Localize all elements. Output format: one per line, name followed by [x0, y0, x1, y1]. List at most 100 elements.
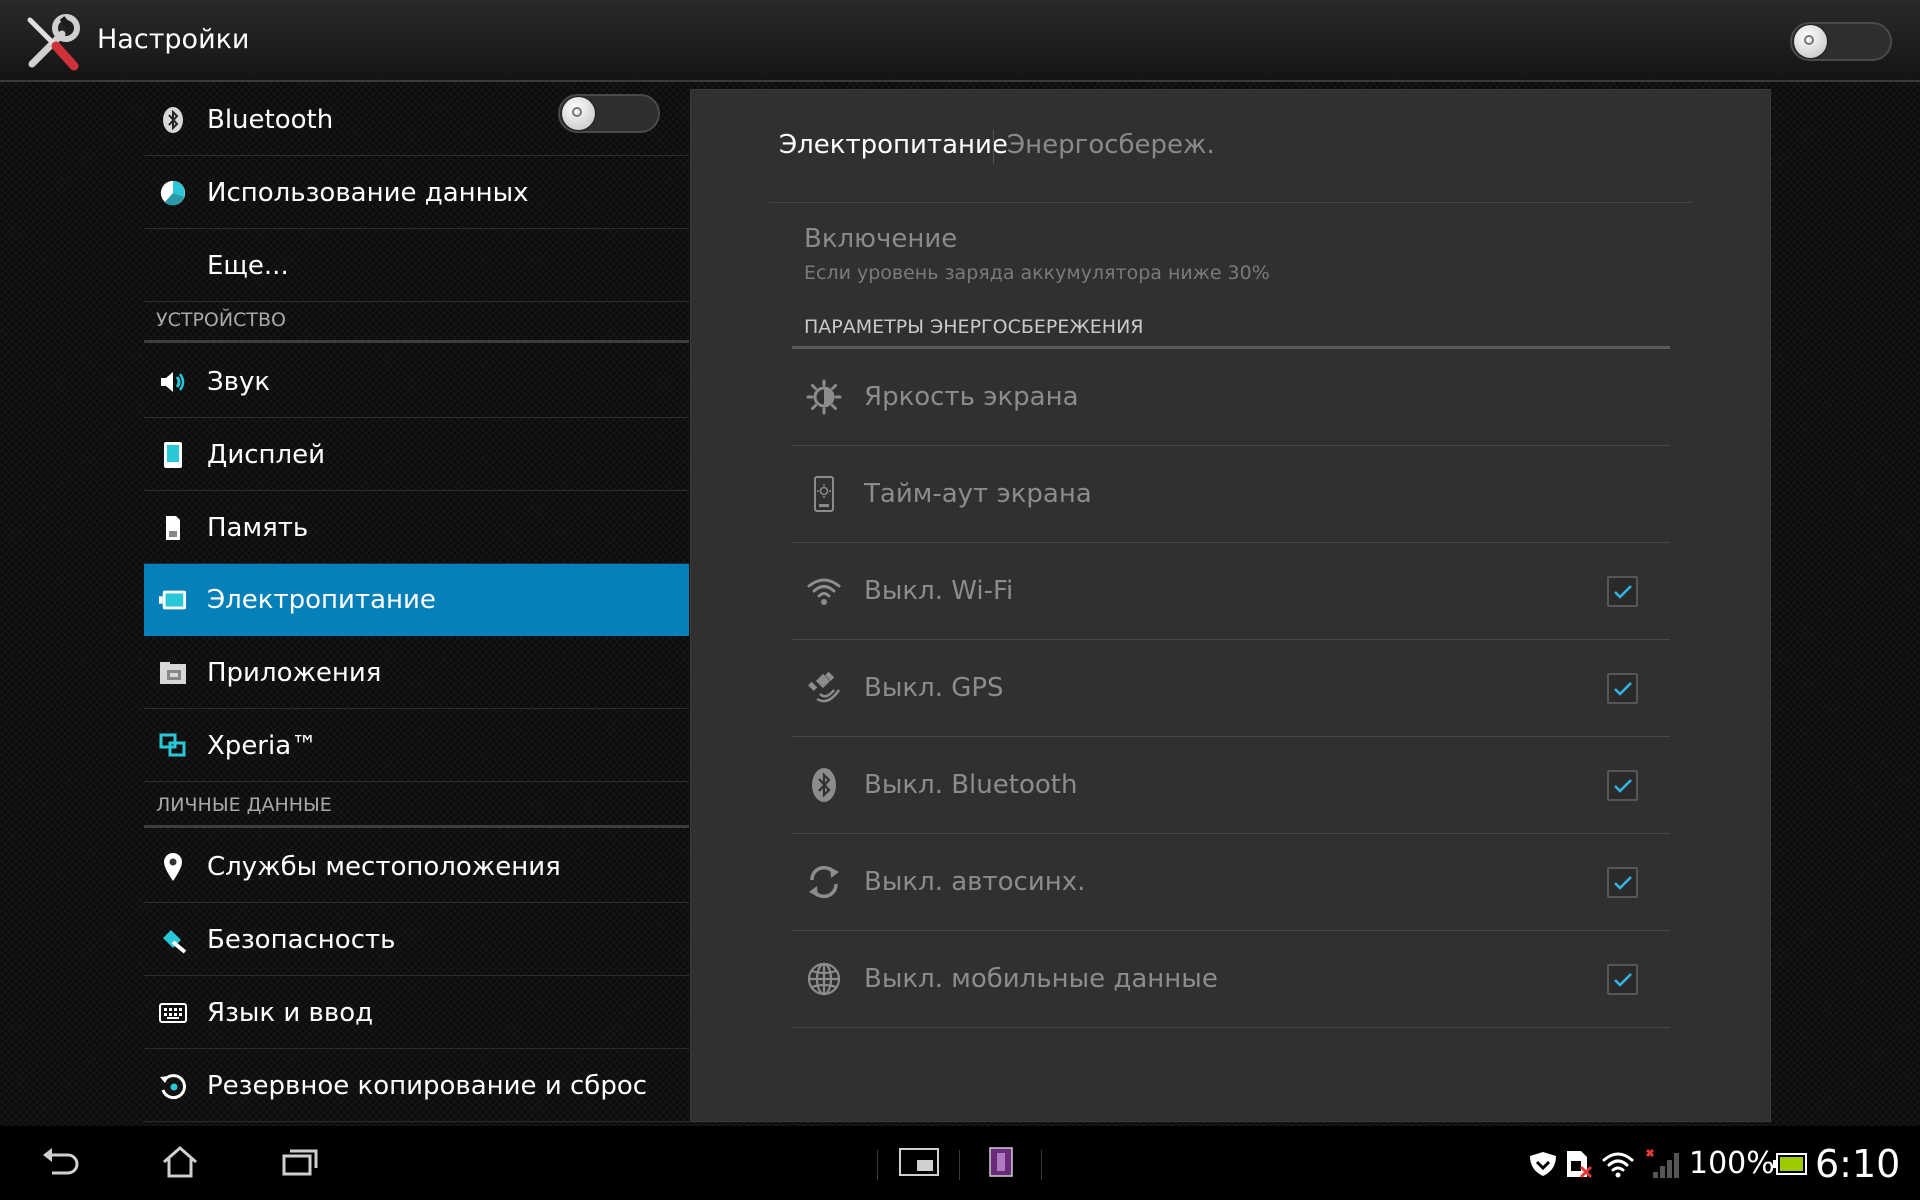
section-header-label: ЛИЧНЫЕ ДАННЫЕ	[156, 794, 332, 816]
recent-apps-icon	[282, 1149, 318, 1176]
setting-row-brightness[interactable]: Яркость экрана	[792, 349, 1670, 446]
action-bar: Настройки	[0, 0, 1920, 82]
globe-icon	[806, 961, 842, 997]
power-settings-panel: Электропитание Энергосбереж. Включение Е…	[690, 89, 1771, 1122]
power-saving-section-header: ПАРАМЕТРЫ ЭНЕРГОСБЕРЕЖЕНИЯ	[804, 316, 1144, 338]
system-navigation-bar: 100% 6:10	[0, 1126, 1920, 1200]
sidebar-item-security[interactable]: Безопасность	[144, 904, 689, 976]
wifi-off-checkbox[interactable]	[1607, 576, 1638, 607]
sidebar-item-power[interactable]: Электропитание	[144, 564, 689, 636]
section-header-personal: ЛИЧНЫЕ ДАННЫЕ	[144, 788, 689, 828]
sidebar-item-xperia[interactable]: Xperia™	[144, 710, 689, 782]
home-button[interactable]	[150, 1134, 210, 1190]
sidebar-item-more[interactable]: Еще...	[144, 230, 689, 302]
sidebar-item-storage[interactable]: Память	[144, 492, 689, 564]
bluetooth-icon	[806, 767, 842, 803]
setting-label: Тайм-аут экрана	[864, 479, 1092, 509]
setting-row-screen-timeout[interactable]: Тайм-аут экрана	[792, 446, 1670, 543]
setting-row-wifi-off[interactable]: Выкл. Wi-Fi	[792, 543, 1670, 640]
home-icon	[163, 1146, 197, 1178]
battery-percentage: 100%	[1689, 1146, 1775, 1181]
small-app-window-icon	[899, 1148, 939, 1176]
screen-timeout-icon	[806, 476, 842, 512]
brightness-icon	[806, 379, 842, 415]
display-icon	[159, 441, 187, 469]
activation-summary: Если уровень заряда аккумулятора ниже 30…	[804, 262, 1270, 284]
security-icon	[159, 926, 187, 954]
check-icon	[1613, 778, 1632, 793]
setting-label: Выкл. Wi-Fi	[864, 576, 1014, 606]
setting-label: Яркость экрана	[864, 382, 1079, 412]
sidebar-item-label: Xperia™	[207, 731, 318, 761]
backup-icon	[159, 1072, 187, 1100]
toggle-knob	[562, 97, 595, 130]
setting-row-mobile-data-off[interactable]: Выкл. мобильные данные	[792, 931, 1670, 1028]
bluetooth-off-checkbox[interactable]	[1607, 770, 1638, 801]
recent-apps-button[interactable]	[270, 1134, 330, 1190]
check-icon	[1613, 875, 1632, 890]
app-title: Настройки	[97, 24, 250, 55]
battery-level-fill	[1780, 1157, 1803, 1171]
small-apps-button[interactable]	[889, 1134, 949, 1190]
xperia-icon	[159, 732, 187, 760]
status-clock: 6:10	[1815, 1142, 1901, 1186]
sync-icon	[806, 864, 842, 900]
setting-row-autosync-off[interactable]: Выкл. автосинх.	[792, 834, 1670, 931]
sidebar-item-sound[interactable]: Звук	[144, 346, 689, 418]
activation-title[interactable]: Включение	[804, 224, 957, 254]
sidebar-item-label: Резервное копирование и сброс	[207, 1071, 648, 1101]
sidebar-item-location[interactable]: Службы местоположения	[144, 831, 689, 903]
gps-satellite-icon	[806, 670, 842, 706]
sidebar-item-bluetooth[interactable]: Bluetooth	[144, 84, 689, 156]
location-pin-icon	[159, 853, 187, 881]
sidebar-item-display[interactable]: Дисплей	[144, 419, 689, 491]
sidebar-item-language[interactable]: Язык и ввод	[144, 977, 689, 1049]
sidebar-item-backup[interactable]: Резервное копирование и сброс	[144, 1050, 689, 1122]
sidebar-item-label: Использование данных	[207, 178, 529, 208]
wifi-signal-icon	[1600, 1148, 1636, 1180]
keyboard-icon	[159, 999, 187, 1027]
setting-row-gps-off[interactable]: Выкл. GPS	[792, 640, 1670, 737]
sidebar-item-label: Безопасность	[207, 925, 396, 955]
setting-label: Выкл. Bluetooth	[864, 770, 1078, 800]
master-toggle-switch[interactable]	[1790, 22, 1892, 61]
check-icon	[1613, 584, 1632, 599]
toggle-knob	[1794, 25, 1827, 58]
back-button[interactable]	[30, 1134, 90, 1190]
setting-label: Выкл. мобильные данные	[864, 964, 1218, 994]
settings-tools-icon[interactable]	[22, 12, 86, 72]
app-shortcut-button[interactable]	[971, 1134, 1031, 1190]
sidebar-item-label: Язык и ввод	[207, 998, 374, 1028]
data-usage-icon	[159, 179, 187, 207]
section-header-device: УСТРОЙСТВО	[144, 303, 689, 343]
apps-icon	[159, 659, 187, 687]
storage-icon	[159, 514, 187, 542]
setting-label: Выкл. автосинх.	[864, 867, 1086, 897]
sidebar-item-apps[interactable]: Приложения	[144, 637, 689, 709]
screen-lock-notification-icon[interactable]	[1526, 1148, 1560, 1180]
wifi-icon	[806, 573, 842, 609]
gps-off-checkbox[interactable]	[1607, 673, 1638, 704]
sidebar-item-label: Память	[207, 513, 309, 543]
setting-label: Выкл. GPS	[864, 673, 1004, 703]
sidebar-item-label: Службы местоположения	[207, 852, 561, 882]
autosync-off-checkbox[interactable]	[1607, 867, 1638, 898]
sidebar-item-label: Bluetooth	[207, 105, 334, 135]
setting-row-bluetooth-off[interactable]: Выкл. Bluetooth	[792, 737, 1670, 834]
nav-divider	[1041, 1150, 1042, 1180]
bluetooth-toggle-switch[interactable]	[558, 94, 660, 133]
back-icon	[43, 1148, 79, 1175]
cell-signal-no-service-icon	[1642, 1148, 1682, 1180]
sidebar-item-data-usage[interactable]: Использование данных	[144, 157, 689, 229]
tab-power[interactable]: Электропитание	[779, 130, 1008, 160]
bluetooth-icon	[159, 106, 187, 134]
battery-status-icon	[1772, 1148, 1808, 1180]
settings-categories-list: Bluetooth Использование данных Еще... УС…	[144, 84, 689, 1126]
battery-icon	[159, 586, 187, 614]
mobile-data-off-checkbox[interactable]	[1607, 964, 1638, 995]
tabs-divider	[769, 202, 1693, 203]
sim-card-missing-icon	[1564, 1148, 1594, 1180]
nav-divider	[877, 1150, 878, 1180]
sidebar-item-label: Дисплей	[207, 440, 326, 470]
tab-power-saving[interactable]: Энергосбереж.	[1007, 130, 1215, 160]
